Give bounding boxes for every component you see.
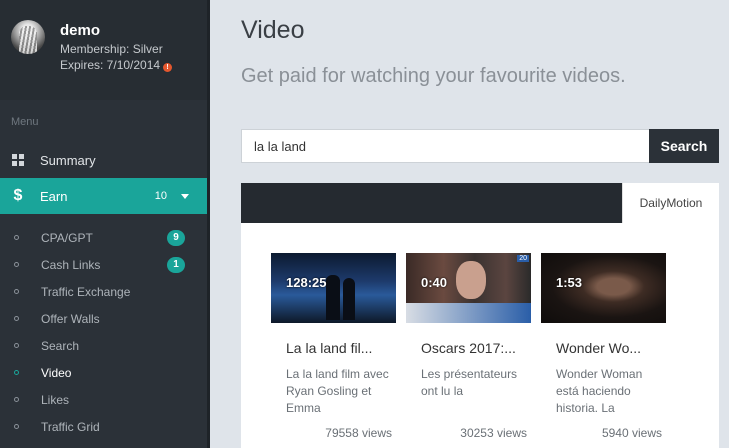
sidebar-item-earn[interactable]: $ Earn 10 [0,178,207,214]
grid-icon [11,154,25,166]
sidebar-item-label: Traffic Exchange [41,284,131,299]
sidebar-subitem-likes[interactable]: Likes [0,386,207,413]
circle-icon [14,370,19,375]
channel-tag: 20 [517,255,529,262]
video-description: La la land film avec Ryan Gosling et Emm… [286,367,389,415]
sidebar-item-label: Search [41,338,80,353]
chevron-down-icon[interactable] [181,194,189,199]
earn-count-badge: 10 [154,190,167,202]
video-views: 30253 views [460,426,527,440]
count-badge: 9 [167,229,185,246]
video-panel: DailyMotion 128:25 La la land fil... La … [241,183,719,448]
sidebar-item-label: CPA/GPT [41,230,93,245]
sidebar-item-label: Offer Walls [41,311,100,326]
video-duration: 128:25 [286,275,327,290]
video-duration: 0:40 [421,275,448,290]
dollar-icon: $ [13,187,23,204]
sidebar-item-label: Summary [40,152,96,168]
search-input[interactable] [241,129,650,163]
circle-icon [14,235,19,240]
circle-icon [14,289,19,294]
circle-icon [14,424,19,429]
circle-icon [14,316,19,321]
user-profile: demo Membership: Silver Expires: 7/10/20… [0,0,210,100]
video-views: 5940 views [601,426,662,440]
user-name: demo [60,22,101,39]
sidebar-item-label: Traffic Grid [41,419,100,434]
sidebar-item-label: Earn [40,188,68,204]
video-title[interactable]: La la land fil... [286,340,396,356]
video-title[interactable]: Oscars 2017:... [421,340,531,356]
menu-heading: Menu [11,116,39,128]
sidebar-subitem-cash-links[interactable]: Cash Links 1 [0,251,207,278]
sidebar-subitem-traffic-grid[interactable]: Traffic Grid [0,413,207,440]
membership-level: Membership: Silver [60,42,163,56]
search-button[interactable]: Search [649,129,719,163]
video-thumbnail[interactable]: 1:53 [541,253,666,323]
sidebar-subitem-cpa-gpt[interactable]: CPA/GPT 9 [0,224,207,251]
video-thumbnail[interactable]: 20 0:40 [406,253,531,323]
sidebar-subitem-traffic-exchange[interactable]: Traffic Exchange [0,278,207,305]
sidebar-subitem-offer-walls[interactable]: Offer Walls [0,305,207,332]
avatar[interactable] [11,20,45,54]
expiry-date: Expires: 7/10/2014 [60,58,161,72]
page-title: Video [241,16,305,44]
sidebar-item-label: Likes [41,392,70,407]
video-views: 79558 views [325,426,392,440]
sidebar-subitem-video[interactable]: Video [0,359,207,386]
tab-dailymotion[interactable]: DailyMotion [622,183,719,223]
warning-icon: ! [163,63,173,72]
sidebar-subitem-search[interactable]: Search [0,332,207,359]
video-thumbnail[interactable]: 128:25 [271,253,396,323]
circle-icon [14,343,19,348]
sidebar: demo Membership: Silver Expires: 7/10/20… [0,0,210,448]
sidebar-item-label: Video [41,365,72,380]
sidebar-item-summary[interactable]: Summary [0,142,207,178]
video-duration: 1:53 [556,275,583,290]
count-badge: 1 [167,256,185,273]
panel-tab-bar: DailyMotion [241,183,719,223]
membership-expiry: Expires: 7/10/2014! [60,58,173,72]
video-title[interactable]: Wonder Wo... [556,340,666,356]
page-subtitle: Get paid for watching your favourite vid… [241,65,626,87]
sidebar-item-label: Cash Links [41,257,101,272]
circle-icon [14,397,19,402]
circle-icon [14,262,19,267]
video-description: Wonder Woman está haciendo historia. La [556,367,643,415]
main-content: Video Get paid for watching your favouri… [210,0,729,448]
video-description: Les présentateurs ont lu la [421,367,518,398]
